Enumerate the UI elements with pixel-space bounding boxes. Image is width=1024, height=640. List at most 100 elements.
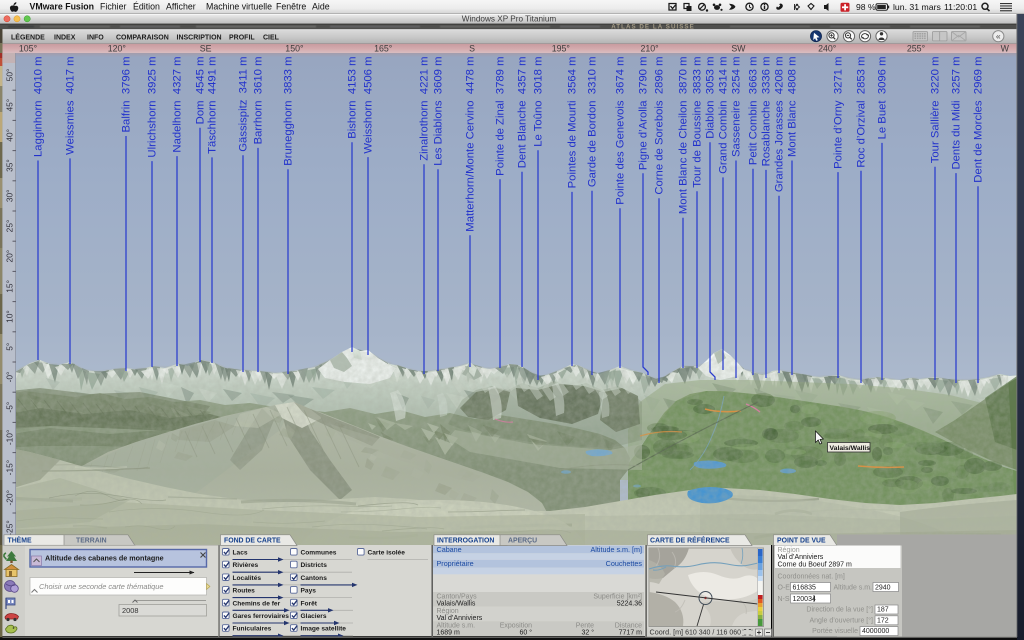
svg-text:Nadelhorn 4327 m: Nadelhorn 4327 m [172, 57, 184, 153]
svg-text:-10°: -10° [5, 430, 15, 445]
svg-text:25°: 25° [5, 220, 15, 233]
svg-text:Matterhorn/Monte Cervino 4478: Matterhorn/Monte Cervino 4478 m [465, 57, 477, 232]
svg-text:Le Toûno 3018 m: Le Toûno 3018 m [533, 57, 545, 147]
svg-text:Propriétaire: Propriétaire [437, 559, 474, 568]
svg-text:Coord. [m]: Coord. [m] [650, 628, 684, 637]
svg-text:Dent Blanche 4357 m: Dent Blanche 4357 m [517, 57, 529, 169]
svg-text:Tour de Boussine 3833 m: Tour de Boussine 3833 m [692, 57, 704, 188]
svg-text:Pointe des Genevois 3674 m: Pointe des Genevois 3674 m [615, 57, 627, 205]
svg-text:Choisir une seconde carte thém: Choisir une seconde carte thématique [39, 582, 163, 591]
svg-text:Angle d’ouverture [°]: Angle d’ouverture [°] [809, 616, 873, 624]
svg-text:FOND DE CARTE: FOND DE CARTE [224, 537, 281, 544]
svg-text:Altitude s.m.: Altitude s.m. [833, 584, 872, 591]
svg-text:COMPARAISON: COMPARAISON [116, 34, 169, 41]
svg-text:150°: 150° [285, 43, 303, 53]
svg-text:Valais/Wallis: Valais/Wallis [437, 600, 476, 607]
svg-text:11:20:01: 11:20:01 [944, 2, 977, 12]
svg-text:-20°: -20° [5, 490, 15, 505]
svg-text:Gässispitz 3411 m: Gässispitz 3411 m [238, 57, 250, 152]
svg-text:INDEX: INDEX [54, 34, 76, 41]
svg-text:W: W [1001, 43, 1010, 53]
svg-text:Sasseneire 3254 m: Sasseneire 3254 m [731, 57, 743, 157]
svg-text:1689 m: 1689 m [437, 630, 461, 637]
svg-text:Fichier: Fichier [100, 2, 126, 12]
svg-text:POINT DE VUE: POINT DE VUE [777, 537, 826, 544]
svg-text:Dents du Midi 3257 m: Dents du Midi 3257 m [951, 57, 963, 170]
svg-text:-5°: -5° [5, 402, 15, 413]
svg-text:INFO: INFO [87, 34, 104, 41]
svg-text:Garde de Bordon 3310 m: Garde de Bordon 3310 m [587, 57, 599, 188]
svg-text:Édition: Édition [133, 2, 160, 12]
svg-text:Weissmies 4017 m: Weissmies 4017 m [65, 57, 77, 155]
svg-text:Altitude s.m. [m]: Altitude s.m. [m] [590, 545, 642, 554]
svg-text:120°: 120° [108, 43, 126, 53]
svg-text:Gares ferroviaires: Gares ferroviaires [233, 613, 290, 620]
svg-text:210°: 210° [640, 43, 658, 53]
svg-text:N-S: N-S [778, 596, 790, 603]
svg-text:Forêt: Forêt [301, 600, 318, 607]
svg-text:Roc d’Orzival 2853 m: Roc d’Orzival 2853 m [856, 57, 868, 168]
svg-text:Dent de Morcles 2969 m: Dent de Morcles 2969 m [973, 57, 985, 183]
svg-text:Les Diablons 3609 m: Les Diablons 3609 m [433, 57, 445, 166]
svg-text:SE: SE [200, 43, 212, 53]
svg-text:Afficher: Afficher [166, 2, 196, 12]
svg-text:60 °: 60 ° [519, 629, 532, 637]
svg-text:CIEL: CIEL [263, 34, 280, 41]
svg-text:LÉGENDE: LÉGENDE [11, 32, 45, 41]
svg-text:TERRAIN: TERRAIN [76, 537, 107, 544]
svg-text:187: 187 [877, 607, 889, 614]
svg-text:15°: 15° [5, 280, 15, 293]
svg-text:Balfrin 3796 m: Balfrin 3796 m [121, 57, 133, 133]
svg-text:Portée visuelle: Portée visuelle [812, 628, 858, 635]
svg-text:Tour Sallière 3220 m: Tour Sallière 3220 m [930, 57, 942, 164]
svg-text:Cantons: Cantons [301, 575, 328, 582]
svg-text:Fenêtre: Fenêtre [276, 2, 306, 12]
svg-text:Dom 4545 m: Dom 4545 m [195, 57, 207, 125]
svg-text:Grand Combin 4314 m: Grand Combin 4314 m [718, 57, 730, 174]
svg-text:Carte isolée: Carte isolée [368, 550, 406, 557]
svg-text:105°: 105° [19, 43, 37, 53]
svg-text:30°: 30° [5, 189, 15, 202]
svg-text:Coordonnées nat. [m]: Coordonnées nat. [m] [778, 574, 845, 581]
svg-text:Localités: Localités [233, 575, 262, 582]
svg-text:S: S [469, 43, 475, 53]
svg-text:172: 172 [877, 617, 889, 624]
svg-text:-15°: -15° [5, 460, 15, 475]
svg-text:Rivières: Rivières [233, 562, 259, 569]
svg-text:195°: 195° [552, 43, 570, 53]
svg-text:-0°: -0° [5, 372, 15, 383]
svg-text:Mont Blanc de Cheilon 3870 m: Mont Blanc de Cheilon 3870 m [678, 57, 690, 215]
svg-text:120034: 120034 [793, 596, 816, 603]
svg-text:Täschhorn 4491 m: Täschhorn 4491 m [207, 57, 219, 154]
svg-text:Pointe de Zinal 3789 m: Pointe de Zinal 3789 m [495, 57, 507, 176]
svg-text:Mont Blanc 4808 m: Mont Blanc 4808 m [787, 57, 799, 157]
svg-text:Communes: Communes [301, 550, 337, 557]
svg-text:Altitude des cabanes de montag: Altitude des cabanes de montagne [45, 554, 164, 563]
svg-text:Val d’Anniviers: Val d’Anniviers [778, 554, 824, 561]
svg-text:«: « [996, 31, 1001, 41]
svg-text:Zinalrothorn 4221 m: Zinalrothorn 4221 m [419, 57, 431, 161]
svg-text:-25°: -25° [5, 520, 15, 535]
svg-text:PROFIL: PROFIL [229, 34, 255, 41]
svg-text:255°: 255° [907, 43, 925, 53]
svg-text:240°: 240° [818, 43, 836, 53]
svg-text:Machine virtuelle: Machine virtuelle [206, 2, 272, 12]
svg-text:Lacs: Lacs [233, 550, 248, 557]
svg-text:5°: 5° [5, 343, 15, 351]
svg-text:Funiculaires: Funiculaires [233, 626, 272, 633]
svg-text:40°: 40° [5, 129, 15, 142]
svg-text:Lagginhorn 4010 m: Lagginhorn 4010 m [33, 57, 45, 158]
svg-text:Image satellite: Image satellite [301, 626, 347, 633]
svg-text:Corne du Boeuf 2897 m: Corne du Boeuf 2897 m [778, 562, 852, 569]
svg-text:THÈME: THÈME [8, 535, 33, 544]
svg-text:Aide: Aide [312, 2, 330, 12]
svg-text:Diablon 3053 m: Diablon 3053 m [705, 57, 717, 139]
svg-text:Le Buet 3096 m: Le Buet 3096 m [877, 57, 889, 140]
svg-text:7717 m: 7717 m [619, 630, 643, 637]
svg-text:50°: 50° [5, 69, 15, 82]
svg-text:35°: 35° [5, 159, 15, 172]
svg-text:Pointes de Mourti 3564 m: Pointes de Mourti 3564 m [567, 57, 579, 189]
svg-text:Routes: Routes [233, 588, 256, 595]
svg-text:APERÇU: APERÇU [508, 537, 537, 544]
svg-text:Petit Combin 3663 m: Petit Combin 3663 m [748, 57, 760, 166]
